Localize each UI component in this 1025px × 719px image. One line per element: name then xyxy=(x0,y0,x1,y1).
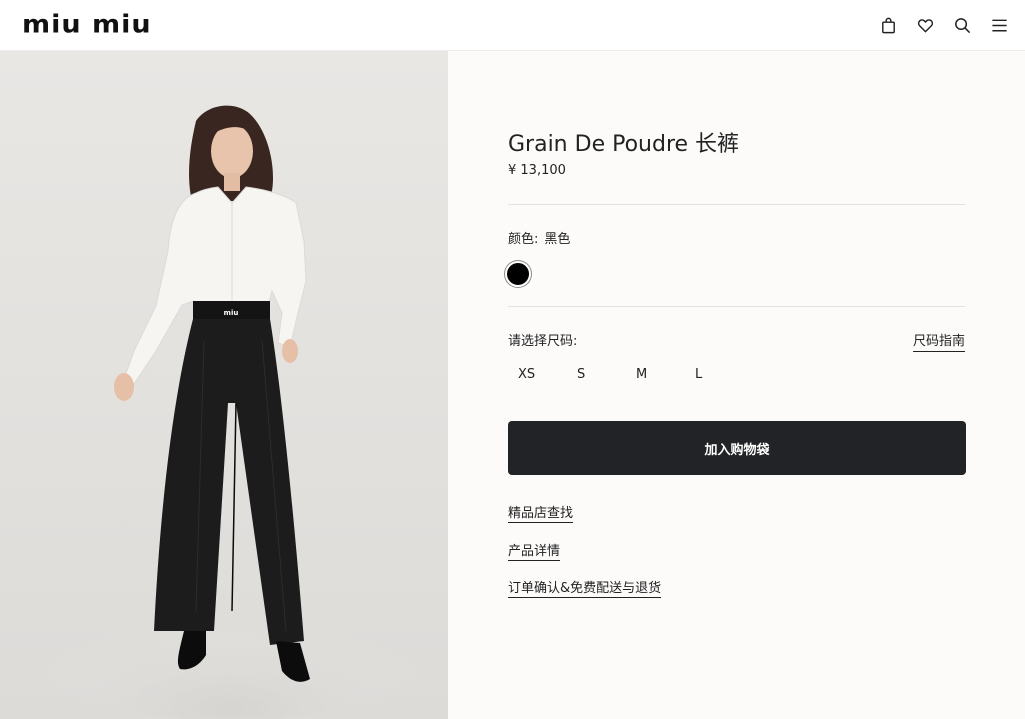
color-swatch-black[interactable] xyxy=(505,261,531,287)
size-option-xs[interactable]: XS xyxy=(508,367,567,382)
product-details-link[interactable]: 产品详情 xyxy=(508,540,561,561)
svg-text:miu: miu xyxy=(224,309,239,317)
search-icon[interactable] xyxy=(951,14,974,37)
size-option-l[interactable]: L xyxy=(685,367,744,382)
divider xyxy=(508,204,965,205)
add-to-bag-button[interactable]: 加入购物袋 xyxy=(508,421,966,475)
color-row: 颜色: 黑色 xyxy=(508,228,570,247)
shipping-returns-link[interactable]: 订单确认&免费配送与退货 xyxy=(508,577,662,598)
model-illustration: miu xyxy=(30,105,430,719)
product-price: ¥ 13,100 xyxy=(508,163,566,178)
shopping-bag-icon[interactable] xyxy=(877,14,900,37)
size-options: XS S M L xyxy=(508,367,744,382)
menu-icon[interactable] xyxy=(988,14,1011,37)
size-guide-link[interactable]: 尺码指南 xyxy=(913,330,966,352)
color-label: 颜色: xyxy=(508,232,539,247)
divider xyxy=(508,306,965,307)
size-option-s[interactable]: S xyxy=(567,367,626,382)
size-label: 请选择尺码: xyxy=(508,334,578,349)
product-title: Grain De Poudre 长裤 xyxy=(508,132,740,157)
header-icons xyxy=(877,14,1011,37)
site-header: miu miu xyxy=(0,0,1025,51)
product-photo: miu xyxy=(0,51,448,719)
color-value: 黑色 xyxy=(544,232,571,247)
product-details-panel: Grain De Poudre 长裤 ¥ 13,100 颜色: 黑色 请选择尺码… xyxy=(448,51,1025,719)
size-option-m[interactable]: M xyxy=(626,367,685,382)
boutique-finder-link[interactable]: 精品店查找 xyxy=(508,502,574,523)
brand-logo[interactable]: miu miu xyxy=(22,10,152,39)
heart-icon[interactable] xyxy=(914,14,937,37)
